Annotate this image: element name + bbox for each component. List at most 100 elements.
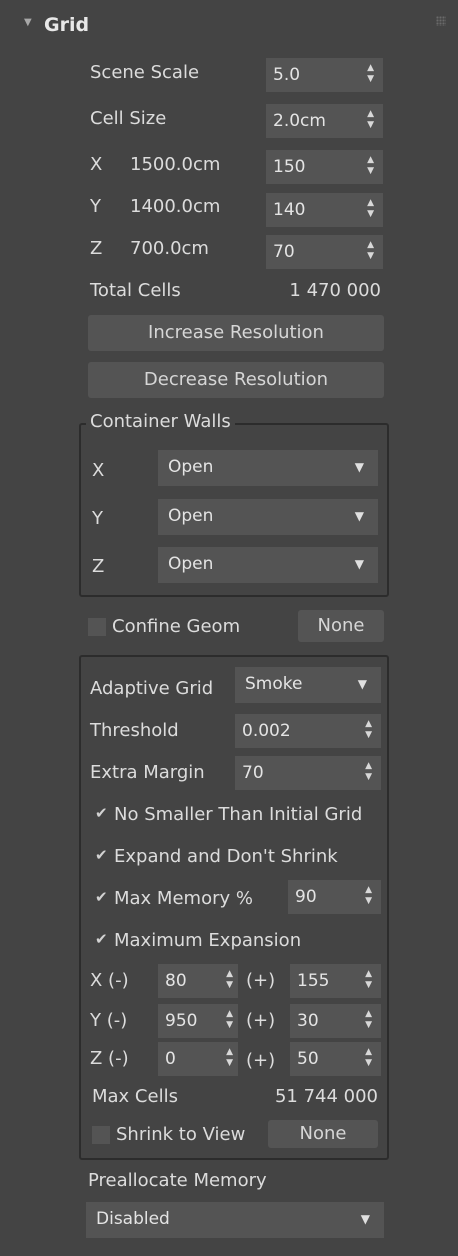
max-memory-label: Max Memory % [114, 888, 253, 909]
checkmark-icon: ✔ [95, 846, 108, 864]
adaptive-grid-value: Smoke [245, 674, 303, 694]
preallocate-memory-dropdown[interactable]: Disabled ▼ [86, 1202, 384, 1238]
wall-y-label: Y [92, 508, 103, 529]
axis-x-size: 1500.0cm [130, 154, 221, 175]
expansion-z-plus-label: (+) [246, 1050, 276, 1071]
shrink-to-view-checkbox[interactable] [92, 1126, 110, 1144]
spinner-arrows-icon[interactable]: ▲ ▼ [365, 1047, 372, 1069]
confine-geom-label: Confine Geom [112, 616, 241, 637]
expansion-x-minus-value: 80 [165, 971, 187, 991]
increase-resolution-button[interactable]: Increase Resolution [88, 315, 384, 351]
wall-y-dropdown[interactable]: Open ▼ [158, 499, 378, 535]
chevron-down-icon: ▼ [360, 1212, 370, 1226]
expansion-x-plus-label: (+) [246, 970, 276, 991]
collapse-arrow-icon[interactable]: ▼ [24, 17, 32, 28]
max-cells-label: Max Cells [92, 1086, 178, 1107]
wall-z-label: Z [92, 556, 105, 577]
wall-x-value: Open [168, 457, 214, 477]
expansion-y-minus-label: Y (-) [90, 1010, 128, 1031]
shrink-to-view-none-button[interactable]: None [268, 1120, 378, 1148]
drag-grip-icon[interactable] [436, 16, 446, 26]
axis-z-size: 700.0cm [130, 238, 209, 259]
scene-scale-spinner[interactable]: 5.0 ▲ ▼ [266, 58, 383, 92]
expansion-y-plus-value: 30 [297, 1011, 319, 1031]
scene-scale-label: Scene Scale [90, 62, 200, 83]
max-cells-value: 51 744 000 [274, 1086, 378, 1107]
extra-margin-label: Extra Margin [90, 762, 205, 783]
preallocate-memory-label: Preallocate Memory [88, 1170, 267, 1191]
chevron-down-icon: ▼ [354, 460, 364, 474]
max-expansion-checkbox[interactable]: ✔ [92, 930, 110, 950]
expansion-x-minus-label: X (-) [90, 970, 129, 991]
extra-margin-value: 70 [242, 763, 264, 783]
chevron-down-icon: ▼ [357, 677, 367, 691]
checkmark-icon: ✔ [95, 930, 108, 948]
axis-z-cells: 70 [273, 242, 295, 262]
spinner-arrows-icon[interactable]: ▲ ▼ [367, 155, 374, 177]
axis-y-cells-spinner[interactable]: 140 ▲ ▼ [266, 193, 383, 227]
checkmark-icon: ✔ [95, 888, 108, 906]
axis-x-label: X [90, 154, 103, 175]
spinner-arrows-icon[interactable]: ▲ ▼ [365, 719, 372, 741]
extra-margin-spinner[interactable]: 70 ▲ ▼ [235, 756, 381, 790]
spinner-arrows-icon[interactable]: ▲ ▼ [367, 240, 374, 262]
total-cells-value: 1 470 000 [289, 280, 381, 301]
expansion-y-plus-label: (+) [246, 1010, 276, 1031]
cell-size-label: Cell Size [90, 108, 167, 129]
rollout-header[interactable]: ▼ Grid [0, 0, 458, 52]
adaptive-grid-label: Adaptive Grid [90, 678, 214, 699]
spinner-arrows-icon[interactable]: ▲ ▼ [226, 969, 233, 991]
wall-y-value: Open [168, 506, 214, 526]
axis-x-cells: 150 [273, 157, 306, 177]
decrease-resolution-button[interactable]: Decrease Resolution [88, 362, 384, 398]
wall-x-dropdown[interactable]: Open ▼ [158, 450, 378, 486]
expansion-x-minus-spinner[interactable]: 80 ▲ ▼ [158, 964, 238, 998]
container-walls-title: Container Walls [86, 411, 235, 432]
checkmark-icon: ✔ [95, 804, 108, 822]
axis-z-cells-spinner[interactable]: 70 ▲ ▼ [266, 235, 383, 269]
preallocate-memory-value: Disabled [96, 1209, 170, 1229]
expansion-y-minus-spinner[interactable]: 950 ▲ ▼ [158, 1004, 238, 1038]
threshold-value: 0.002 [242, 721, 291, 741]
axis-y-size: 1400.0cm [130, 196, 221, 217]
threshold-label: Threshold [90, 720, 179, 741]
spinner-arrows-icon[interactable]: ▲ ▼ [365, 885, 372, 907]
expansion-y-plus-spinner[interactable]: 30 ▲ ▼ [290, 1004, 381, 1038]
grid-rollout-panel: ▼ Grid Scene Scale 5.0 ▲ ▼ Cell Size 2.0c… [0, 0, 458, 1256]
expansion-z-plus-spinner[interactable]: 50 ▲ ▼ [290, 1042, 381, 1076]
max-memory-value: 90 [295, 887, 317, 907]
adaptive-grid-dropdown[interactable]: Smoke ▼ [235, 667, 381, 703]
no-smaller-checkbox[interactable]: ✔ [92, 804, 110, 824]
spinner-arrows-icon[interactable]: ▲ ▼ [367, 198, 374, 220]
chevron-down-icon: ▼ [354, 509, 364, 523]
max-memory-spinner[interactable]: 90 ▲ ▼ [288, 880, 381, 914]
confine-geom-checkbox[interactable] [88, 618, 106, 636]
expansion-z-minus-label: Z (-) [90, 1048, 129, 1069]
confine-geom-none-button[interactable]: None [298, 610, 384, 642]
threshold-spinner[interactable]: 0.002 ▲ ▼ [235, 714, 381, 748]
spinner-arrows-icon[interactable]: ▲ ▼ [365, 1009, 372, 1031]
expansion-z-minus-spinner[interactable]: 0 ▲ ▼ [158, 1042, 238, 1076]
spinner-arrows-icon[interactable]: ▲ ▼ [226, 1047, 233, 1069]
rollout-title: Grid [44, 14, 90, 36]
no-smaller-label: No Smaller Than Initial Grid [114, 804, 363, 825]
expansion-x-plus-spinner[interactable]: 155 ▲ ▼ [290, 964, 381, 998]
expansion-y-minus-value: 950 [165, 1011, 198, 1031]
max-expansion-label: Maximum Expansion [114, 930, 302, 951]
spinner-arrows-icon[interactable]: ▲ ▼ [367, 63, 374, 85]
spinner-arrows-icon[interactable]: ▲ ▼ [367, 109, 374, 131]
wall-x-label: X [92, 460, 105, 481]
wall-z-dropdown[interactable]: Open ▼ [158, 547, 378, 583]
spinner-arrows-icon[interactable]: ▲ ▼ [365, 969, 372, 991]
expand-checkbox[interactable]: ✔ [92, 846, 110, 866]
spinner-arrows-icon[interactable]: ▲ ▼ [226, 1009, 233, 1031]
max-memory-checkbox[interactable]: ✔ [92, 888, 110, 908]
shrink-to-view-label: Shrink to View [116, 1124, 246, 1145]
axis-x-cells-spinner[interactable]: 150 ▲ ▼ [266, 150, 383, 184]
axis-z-label: Z [90, 238, 103, 259]
wall-z-value: Open [168, 554, 214, 574]
cell-size-spinner[interactable]: 2.0cm ▲ ▼ [266, 104, 383, 138]
chevron-down-icon: ▼ [354, 557, 364, 571]
expansion-z-plus-value: 50 [297, 1049, 319, 1069]
spinner-arrows-icon[interactable]: ▲ ▼ [365, 761, 372, 783]
